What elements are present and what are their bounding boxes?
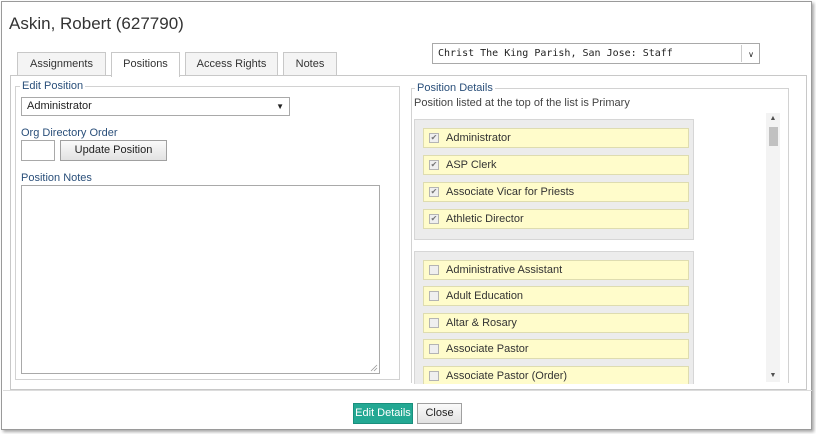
available-position-item[interactable]: Altar & Rosary <box>423 313 689 333</box>
chevron-down-icon: ▼ <box>276 102 284 111</box>
position-label: Adult Education <box>446 290 524 302</box>
close-button[interactable]: Close <box>417 403 462 424</box>
position-label: Altar & Rosary <box>446 317 517 329</box>
scroll-up-icon[interactable]: ▲ <box>766 113 780 125</box>
footer-divider <box>3 390 812 391</box>
resize-grip-icon[interactable] <box>370 364 378 372</box>
assigned-positions-list[interactable]: ✔ Administrator ✔ ASP Clerk ✔ Associate … <box>414 119 694 240</box>
position-label: Associate Vicar for Priests <box>446 186 575 198</box>
org-directory-order-input[interactable] <box>21 140 55 161</box>
checkbox[interactable] <box>429 344 439 354</box>
available-position-item[interactable]: Adult Education <box>423 286 689 306</box>
edit-position-panel: Edit Position Administrator ▼ Org Direct… <box>15 80 400 380</box>
available-position-item[interactable]: Associate Pastor (Order) <box>423 366 689 384</box>
position-notes-label: Position Notes <box>21 172 92 184</box>
assigned-position-item[interactable]: ✔ Athletic Director <box>423 209 689 229</box>
position-label: Associate Pastor (Order) <box>446 370 568 382</box>
check-icon[interactable]: ✔ <box>429 187 439 197</box>
available-position-item[interactable]: Administrative Assistant <box>423 260 689 280</box>
checkbox[interactable] <box>429 371 439 381</box>
checkbox[interactable] <box>429 291 439 301</box>
position-label: Athletic Director <box>446 213 524 225</box>
position-label: ASP Clerk <box>446 159 497 171</box>
primary-hint-text: Position listed at the top of the list i… <box>414 97 630 109</box>
tab-access-rights[interactable]: Access Rights <box>185 52 278 76</box>
org-select-value: Christ The King Parish, San Jose: Staff <box>438 48 673 59</box>
position-details-panel: Position Details Position listed at the … <box>411 82 789 384</box>
position-label: Administrative Assistant <box>446 264 563 276</box>
edit-position-legend: Edit Position <box>20 80 86 92</box>
org-directory-order-label: Org Directory Order <box>21 127 118 139</box>
tab-notes[interactable]: Notes <box>283 52 337 76</box>
available-position-item[interactable]: Associate Pastor <box>423 339 689 359</box>
check-icon[interactable]: ✔ <box>429 160 439 170</box>
check-icon[interactable]: ✔ <box>429 133 439 143</box>
assigned-position-item[interactable]: ✔ ASP Clerk <box>423 155 689 175</box>
tab-content: Edit Position Administrator ▼ Org Direct… <box>10 75 807 390</box>
tab-positions[interactable]: Positions <box>111 52 180 77</box>
assigned-position-item[interactable]: ✔ Associate Vicar for Priests <box>423 182 689 202</box>
checkbox[interactable] <box>429 318 439 328</box>
dialog-window: Askin, Robert (627790) Assignments Posit… <box>1 1 812 430</box>
position-notes-textarea[interactable] <box>21 185 380 374</box>
position-label: Associate Pastor <box>446 343 529 355</box>
assigned-position-item[interactable]: ✔ Administrator <box>423 128 689 148</box>
edit-details-button[interactable]: Edit Details <box>353 403 413 424</box>
position-label: Administrator <box>446 132 511 144</box>
update-position-button[interactable]: Update Position <box>60 140 167 161</box>
position-select-value: Administrator <box>27 100 92 112</box>
tab-assignments[interactable]: Assignments <box>17 52 106 76</box>
position-select[interactable]: Administrator ▼ <box>21 97 290 116</box>
scroll-down-icon[interactable]: ▼ <box>766 370 780 382</box>
chevron-down-icon: ∨ <box>741 45 754 62</box>
position-details-scrollbar[interactable]: ▲ ▼ <box>766 113 780 382</box>
org-select[interactable]: Christ The King Parish, San Jose: Staff … <box>432 43 760 64</box>
available-positions-list[interactable]: Administrative Assistant Adult Education… <box>414 251 694 384</box>
scrollbar-thumb[interactable] <box>769 127 778 146</box>
position-details-legend: Position Details <box>415 82 495 94</box>
dialog-title: Askin, Robert (627790) <box>9 14 184 33</box>
checkbox[interactable] <box>429 265 439 275</box>
check-icon[interactable]: ✔ <box>429 214 439 224</box>
